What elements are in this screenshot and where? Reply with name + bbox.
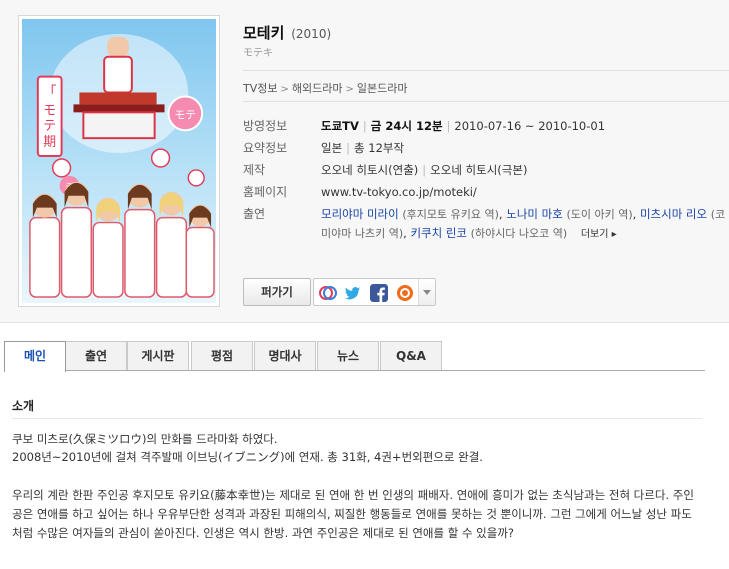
separator: |: [346, 141, 351, 155]
tab-board[interactable]: 게시판: [127, 341, 189, 370]
separator: |: [362, 119, 367, 133]
cast-label: 출연: [243, 207, 266, 221]
broadcast-period: 2010-07-16 ~ 2010-10-01: [454, 119, 606, 133]
production-director[interactable]: 오오네 히토시(연출): [321, 163, 418, 177]
cast-more-link[interactable]: 더보기 ▸: [581, 229, 617, 240]
svg-text:テ: テ: [43, 119, 56, 134]
broadcast-channel: 도쿄TV: [321, 119, 359, 133]
broadcast-value: 도쿄TV | 금 24시 12분 | 2010-07-16 ~ 2010-10-01: [321, 117, 605, 135]
divider: [12, 418, 702, 419]
homepage-label: 홈페이지: [243, 185, 288, 199]
drama-title: 모테키: [243, 24, 285, 42]
tab-rating[interactable]: 평점: [191, 341, 253, 370]
intro-paragraph-2: 2008년~2010년에 걸쳐 격주발매 이브닝(イブニング)에 연재. 총 3…: [12, 450, 483, 464]
svg-text:期: 期: [43, 135, 56, 150]
info-row-summary: 요약정보 일본 | 총 12부작: [243, 139, 729, 161]
daum-icon[interactable]: [396, 284, 414, 302]
drama-info: 방영정보 도쿄TV | 금 24시 12분 | 2010-07-16 ~ 2010-10…: [243, 117, 729, 251]
summary-label: 요약정보: [243, 141, 288, 155]
share-button[interactable]: 퍼가기: [243, 278, 311, 306]
broadcast-label: 방영정보: [243, 119, 288, 133]
divider: [243, 70, 729, 71]
tab-cast[interactable]: 출연: [65, 341, 127, 370]
tab-qna[interactable]: Q&A: [380, 341, 442, 370]
info-row-broadcast: 방영정보 도쿄TV | 금 24시 12분 | 2010-07-16 ~ 2010-10…: [243, 117, 729, 139]
tab-news[interactable]: 뉴스: [317, 341, 379, 370]
poster-frame[interactable]: 「 モ テ 期 モテ テ: [18, 15, 220, 307]
info-row-cast: 출연 모리야마 미라이 (후지모토 유키요 역), 노나미 마호 (도이 아키 …: [243, 205, 729, 251]
cast-role: (도이 아키 역): [566, 208, 633, 221]
info-row-production: 제작 오오네 히토시(연출) | 오오네 히토시(극본): [243, 161, 729, 183]
mypeople-icon[interactable]: [319, 284, 337, 302]
tab-main[interactable]: 메인: [4, 341, 66, 372]
cast-more-label: 더보기: [580, 229, 609, 240]
summary-country: 일본: [321, 141, 343, 155]
breadcrumb: TV정보 > 해외드라마 > 일본드라마: [243, 80, 407, 96]
cast-list: 모리야마 미라이 (후지모토 유키요 역), 노나미 마호 (도이 아키 역),…: [321, 207, 726, 240]
broadcast-schedule: 금 24시 12분: [370, 119, 443, 133]
chevron-right-icon: ▸: [608, 229, 617, 240]
cast-member-link[interactable]: 키쿠치 린코: [410, 226, 467, 240]
tab-famous-lines[interactable]: 명대사: [254, 341, 316, 370]
breadcrumb-foreign-drama[interactable]: 해외드라마: [292, 82, 343, 95]
facebook-icon[interactable]: [370, 284, 388, 302]
cast-member-link[interactable]: 미츠시마 리오: [640, 207, 707, 221]
separator: |: [446, 119, 451, 133]
homepage-link[interactable]: www.tv-tokyo.co.jp/moteki/: [321, 183, 477, 201]
production-label: 제작: [243, 163, 266, 177]
svg-text:モテ: モテ: [174, 108, 196, 121]
production-writer[interactable]: 오오네 히토시(극본): [430, 163, 527, 177]
production-value: 오오네 히토시(연출) | 오오네 히토시(극본): [321, 161, 527, 179]
divider: [243, 101, 729, 102]
svg-text:モ: モ: [43, 103, 56, 118]
sns-share-group: [313, 278, 436, 306]
content-tabs: 메인 출연 게시판 평점 명대사 뉴스 Q&A: [4, 341, 705, 372]
breadcrumb-separator: >: [345, 84, 354, 95]
twitter-icon[interactable]: [344, 284, 362, 302]
info-row-homepage: 홈페이지 www.tv-tokyo.co.jp/moteki/: [243, 183, 729, 205]
breadcrumb-tv-info[interactable]: TV정보: [243, 82, 277, 95]
intro-heading: 소개: [12, 399, 35, 413]
chevron-down-icon[interactable]: [418, 279, 435, 305]
drama-year: (2010): [291, 27, 332, 41]
cast-member-link[interactable]: 노나미 마호: [506, 207, 563, 221]
cast-role: (후지모토 유키요 역): [402, 208, 499, 221]
title-row: 모테키 (2010): [243, 22, 331, 43]
summary-value: 일본 | 총 12부작: [321, 139, 404, 157]
cast-member-link[interactable]: 모리야마 미라이: [321, 207, 399, 221]
separator: |: [422, 163, 427, 177]
intro-paragraph-1: 쿠보 미츠로(久保ミツロウ)의 만화를 드라마화 하였다.: [12, 432, 278, 446]
intro-paragraph-3: 우리의 계란 한판 주인공 후지모토 유키요(藤本幸世)는 제대로 된 연애 한…: [12, 488, 694, 540]
drama-original-title: モテキ: [243, 48, 273, 59]
svg-text:「: 「: [43, 84, 57, 100]
poster-image: 「 モ テ 期 モテ テ: [22, 19, 216, 303]
breadcrumb-japanese-drama[interactable]: 일본드라마: [357, 82, 408, 95]
drama-header-panel: 「 モ テ 期 モテ テ: [0, 0, 729, 323]
breadcrumb-separator: >: [280, 84, 289, 95]
cast-role: (하야시다 나오코 역): [470, 227, 568, 240]
summary-episodes: 총 12부작: [354, 141, 405, 155]
